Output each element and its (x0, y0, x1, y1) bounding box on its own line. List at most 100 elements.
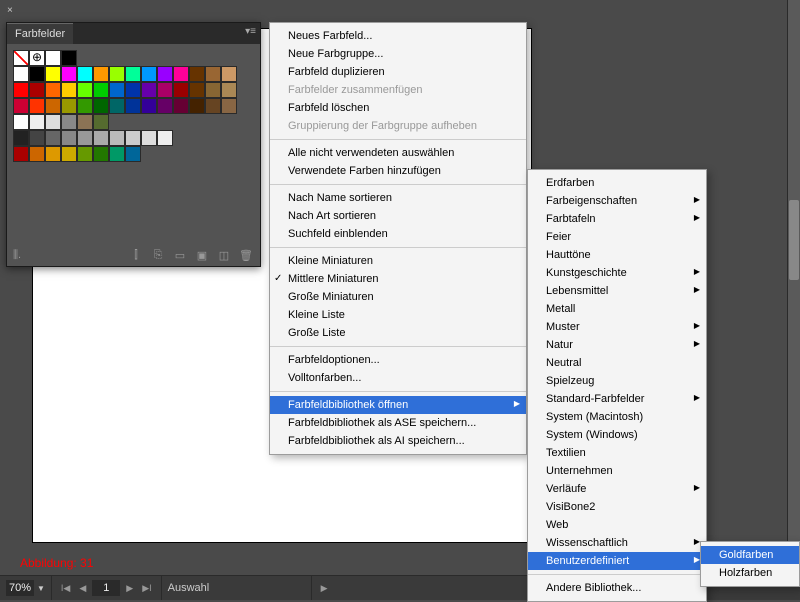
menu-item[interactable]: Kleine Liste (270, 306, 526, 324)
panel-tab-swatches[interactable]: Farbfelder (7, 23, 73, 44)
folder-icon[interactable]: ▣ (194, 248, 210, 262)
swatch[interactable] (189, 66, 205, 82)
panel-menu-icon[interactable]: ▾≡ (245, 26, 256, 37)
swatch[interactable] (221, 66, 237, 82)
menu-item[interactable]: Volltonfarben... (270, 369, 526, 387)
menu-item[interactable]: Andere Bibliothek... (528, 579, 706, 597)
menu-item[interactable]: Mittlere Miniaturen (270, 270, 526, 288)
menu-item[interactable]: Farbfeld löschen (270, 99, 526, 117)
swatch[interactable] (45, 82, 61, 98)
swatch[interactable] (29, 114, 45, 130)
menu-item[interactable]: Farbtafeln (528, 210, 706, 228)
scrollbar-vertical[interactable] (787, 0, 800, 575)
expand-icon[interactable]: ▶ (318, 583, 331, 594)
menu-item[interactable]: Neue Farbgruppe... (270, 45, 526, 63)
swatch[interactable] (141, 82, 157, 98)
swatch[interactable] (205, 66, 221, 82)
menu-item[interactable]: Metall (528, 300, 706, 318)
options-icon[interactable]: ⫿ (128, 248, 144, 262)
swatch[interactable] (157, 82, 173, 98)
swatch[interactable] (29, 146, 45, 162)
swatch[interactable] (61, 50, 77, 66)
menu-item[interactable]: System (Windows) (528, 426, 706, 444)
swatch[interactable] (189, 82, 205, 98)
swatch[interactable] (29, 66, 45, 82)
swatch[interactable] (93, 82, 109, 98)
swatch[interactable] (93, 66, 109, 82)
swatch[interactable] (45, 50, 61, 66)
menu-item[interactable]: Goldfarben (701, 546, 799, 564)
menu-item[interactable]: Web (528, 516, 706, 534)
menu-item[interactable]: Farbfeldoptionen... (270, 351, 526, 369)
swatch[interactable] (125, 98, 141, 114)
swatch[interactable] (13, 66, 29, 82)
menu-item[interactable]: Neutral (528, 354, 706, 372)
zoom-input[interactable] (6, 580, 34, 596)
menu-item[interactable]: Farbeigenschaften (528, 192, 706, 210)
menu-item[interactable]: Lebensmittel (528, 282, 706, 300)
menu-item[interactable]: Große Miniaturen (270, 288, 526, 306)
swatch[interactable] (13, 98, 29, 114)
swatch[interactable] (109, 130, 125, 146)
swatch[interactable] (93, 146, 109, 162)
swatch[interactable] (109, 82, 125, 98)
menu-item[interactable]: Alle nicht verwendeten auswählen (270, 144, 526, 162)
menu-item[interactable]: Nach Art sortieren (270, 207, 526, 225)
swatch[interactable] (61, 98, 77, 114)
swatch[interactable] (77, 114, 93, 130)
swatch[interactable] (61, 146, 77, 162)
swatch[interactable] (61, 114, 77, 130)
swatch[interactable] (157, 66, 173, 82)
swatch[interactable] (45, 98, 61, 114)
prev-page-icon[interactable]: ◀ (76, 583, 89, 594)
swatch[interactable] (13, 114, 29, 130)
menu-item[interactable]: Spielzeug (528, 372, 706, 390)
swatch[interactable] (29, 98, 45, 114)
swatch[interactable] (45, 66, 61, 82)
menu-item[interactable]: Nach Name sortieren (270, 189, 526, 207)
menu-item[interactable]: System (Macintosh) (528, 408, 706, 426)
swatch-registration[interactable] (29, 50, 45, 66)
swatch[interactable] (61, 66, 77, 82)
swatch[interactable] (77, 98, 93, 114)
swatch[interactable] (221, 82, 237, 98)
menu-item[interactable]: Feier (528, 228, 706, 246)
swatch[interactable] (77, 82, 93, 98)
menu-item[interactable]: Farbfeldbibliothek als AI speichern... (270, 432, 526, 450)
new-group-icon[interactable]: ▭ (172, 248, 188, 262)
swatch[interactable] (125, 66, 141, 82)
swatch[interactable] (173, 66, 189, 82)
swatch[interactable] (205, 98, 221, 114)
menu-item[interactable]: Kleine Miniaturen (270, 252, 526, 270)
swatch[interactable] (93, 98, 109, 114)
swatch[interactable] (109, 146, 125, 162)
swatch[interactable] (13, 82, 29, 98)
swatch[interactable] (109, 98, 125, 114)
menu-item[interactable]: Neues Farbfeld... (270, 27, 526, 45)
swatch[interactable] (45, 130, 61, 146)
swatch[interactable] (141, 98, 157, 114)
swatch[interactable] (61, 82, 77, 98)
menu-item[interactable]: Hauttöne (528, 246, 706, 264)
swatch[interactable] (173, 82, 189, 98)
menu-item[interactable]: Große Liste (270, 324, 526, 342)
swatch[interactable] (221, 98, 237, 114)
menu-item[interactable]: Unternehmen (528, 462, 706, 480)
swatch[interactable] (125, 146, 141, 162)
swatch[interactable] (93, 114, 109, 130)
menu-item[interactable]: Farbfeldbibliothek öffnen (270, 396, 526, 414)
menu-item[interactable]: Muster (528, 318, 706, 336)
menu-item[interactable]: Holzfarben (701, 564, 799, 582)
menu-item[interactable]: Erdfarben (528, 174, 706, 192)
menu-item[interactable]: Wissenschaftlich (528, 534, 706, 552)
menu-item[interactable]: Benutzerdefiniert (528, 552, 706, 570)
close-icon[interactable]: × (7, 5, 13, 16)
menu-item[interactable]: Standard-Farbfelder (528, 390, 706, 408)
swatch[interactable] (205, 82, 221, 98)
last-page-icon[interactable]: ▶I (139, 583, 154, 594)
swatch[interactable] (157, 98, 173, 114)
chevron-down-icon[interactable]: ▼ (37, 584, 45, 593)
swatch[interactable] (141, 130, 157, 146)
menu-item[interactable]: Natur (528, 336, 706, 354)
menu-item[interactable]: Farbfeldbibliothek als ASE speichern... (270, 414, 526, 432)
